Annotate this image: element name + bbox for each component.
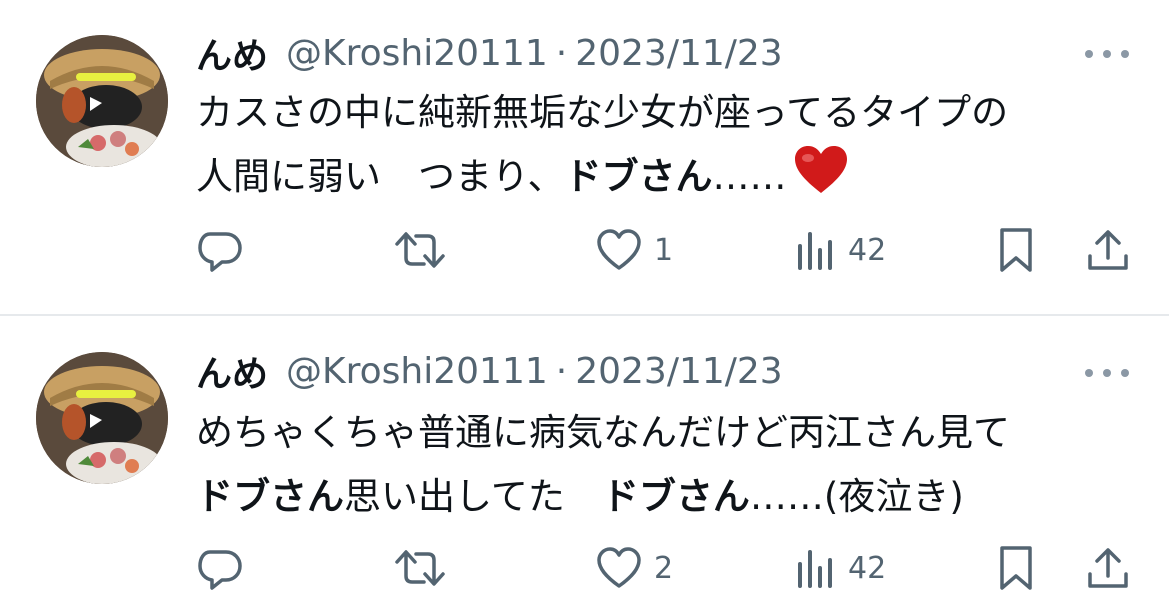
views-button[interactable]: 42 [796,226,886,274]
reply-button[interactable] [196,544,244,592]
author-name[interactable]: んめ [196,27,268,79]
like-count: 1 [654,232,674,268]
bold-text-segment: ドブさん [196,475,344,518]
share-icon [1088,230,1128,270]
reply-icon [198,550,242,590]
more-horizontal-icon[interactable] [1085,363,1129,383]
views-chart-icon [798,232,832,270]
views-chart-icon [798,550,832,588]
bookmark-button[interactable] [996,544,1036,592]
views-button[interactable]: 42 [796,544,886,592]
more-horizontal-icon[interactable] [1085,44,1129,64]
action-bar: 1 42 [196,226,1136,274]
tweet-text-line: ドブさん思い出してた ドブさん……(夜泣き) [196,465,1141,529]
text-segment: カスさの中に純新無垢な少女が座ってるタイプの [196,91,1009,134]
reply-button[interactable] [196,226,244,274]
view-count: 42 [848,232,887,268]
retweet-button[interactable] [392,544,448,592]
text-segment: ……(夜泣き) [749,475,964,518]
like-heart-icon [597,229,641,270]
tweet-date[interactable]: 2023/11/23 [575,33,783,74]
tweet-date[interactable]: 2023/11/23 [575,351,783,392]
tweet-header: んめ @Kroshi20111 · 2023/11/23 [196,28,783,78]
like-button[interactable]: 2 [596,544,673,592]
like-count: 2 [654,550,674,586]
share-icon [1088,548,1128,588]
bookmark-button[interactable] [996,226,1036,274]
text-segment: …… [712,155,787,198]
bookmark-icon [1000,228,1032,272]
tweet-text-line: 人間に弱い つまり、ドブさん…… [196,145,1141,215]
text-segment: 思い出してた [344,475,602,518]
text-segment: めちゃくちゃ普通に病気なんだけど丙江さん見て [196,411,1010,454]
header-separator: · [555,350,568,392]
retweet-icon [395,550,445,586]
tweet-text-line: めちゃくちゃ普通に病気なんだけど丙江さん見て [196,401,1141,465]
like-heart-icon [597,547,641,588]
bookmark-icon [1000,546,1032,590]
avatar[interactable] [36,35,168,167]
share-button[interactable] [1086,544,1130,592]
avatar[interactable] [36,352,168,484]
red-heart-emoji-icon [793,145,849,215]
reply-icon [198,232,242,272]
like-button[interactable]: 1 [596,226,673,274]
tweet-header: んめ @Kroshi20111 · 2023/11/23 [196,346,783,396]
author-handle[interactable]: @Kroshi20111 [286,351,548,392]
tweet-0[interactable]: んめ @Kroshi20111 · 2023/11/23 カスさの中に純新無垢な… [0,0,1169,315]
action-bar: 2 42 [196,544,1136,592]
text-segment: 人間に弱い つまり、 [196,155,565,198]
view-count: 42 [848,550,887,586]
tweet-1[interactable]: んめ @Kroshi20111 · 2023/11/23 めちゃくちゃ普通に病気… [0,316,1169,604]
author-name[interactable]: んめ [196,345,268,397]
header-separator: · [555,32,568,74]
avatar-image [36,352,168,484]
author-handle[interactable]: @Kroshi20111 [286,33,548,74]
tweet-text-line: カスさの中に純新無垢な少女が座ってるタイプの [196,81,1141,145]
retweet-icon [395,232,445,268]
tweet-text: めちゃくちゃ普通に病気なんだけど丙江さん見て ドブさん思い出してた ドブさん……… [196,401,1141,529]
bold-text-segment: ドブさん [564,155,713,198]
retweet-button[interactable] [392,226,448,274]
bold-text-segment: ドブさん [601,475,750,518]
share-button[interactable] [1086,226,1130,274]
tweet-text: カスさの中に純新無垢な少女が座ってるタイプの 人間に弱い つまり、ドブさん…… [196,81,1141,215]
avatar-image [36,35,168,167]
